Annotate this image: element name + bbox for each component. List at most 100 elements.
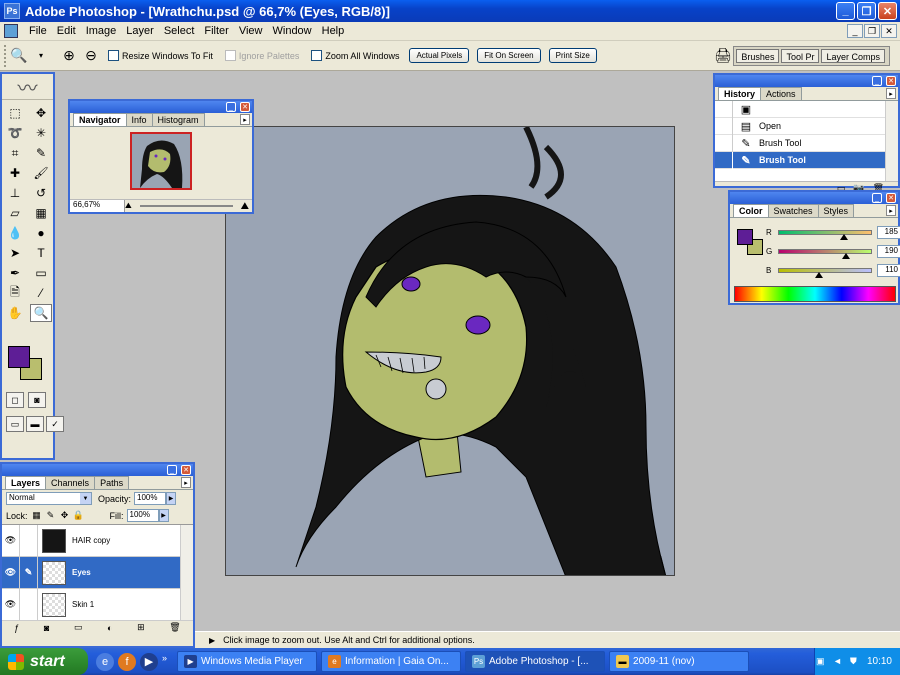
green-slider-thumb[interactable] bbox=[841, 253, 850, 259]
palette-well-tool-presets[interactable]: Tool Pr bbox=[781, 49, 820, 63]
delete-layer-icon[interactable]: 🗑 bbox=[169, 622, 180, 633]
palette-well-brushes[interactable]: Brushes bbox=[736, 49, 780, 63]
eyedropper-tool-icon[interactable]: ⁄ bbox=[30, 284, 52, 302]
volume-icon[interactable]: ◄ bbox=[833, 656, 845, 668]
menu-window[interactable]: Window bbox=[268, 25, 317, 37]
task-browser[interactable]: e Information | Gaia On... bbox=[321, 651, 462, 672]
history-titlebar[interactable]: _ ✕ bbox=[715, 75, 898, 87]
color-menu-icon[interactable]: ▸ bbox=[886, 205, 896, 216]
resize-windows-checkbox[interactable]: Resize Windows To Fit bbox=[108, 50, 213, 61]
network-icon[interactable]: ▣ bbox=[816, 656, 828, 668]
history-item[interactable]: ▤ Open bbox=[715, 117, 898, 135]
task-windows-media-player[interactable]: ▶ Windows Media Player bbox=[177, 651, 318, 672]
close-button[interactable]: ✕ bbox=[878, 2, 897, 20]
paintbrush-icon[interactable]: ✎ bbox=[20, 556, 38, 589]
blur-tool-icon[interactable]: 💧 bbox=[4, 224, 26, 242]
doc-restore-button[interactable]: ❐ bbox=[864, 24, 880, 38]
lock-all-icon[interactable]: 🔒 bbox=[73, 510, 84, 521]
menu-help[interactable]: Help bbox=[317, 25, 350, 37]
navigator-preview[interactable] bbox=[130, 132, 192, 190]
zoom-tool-icon[interactable]: 🔍 bbox=[30, 304, 52, 322]
adjustment-layer-icon[interactable]: ◐ bbox=[107, 623, 112, 633]
menu-edit[interactable]: Edit bbox=[52, 25, 81, 37]
color-close-button[interactable]: ✕ bbox=[886, 193, 896, 203]
doc-minimize-button[interactable]: _ bbox=[847, 24, 863, 38]
history-snapshot[interactable]: ▣ bbox=[715, 100, 898, 118]
tab-history[interactable]: History bbox=[718, 87, 762, 100]
slice-tool-icon[interactable]: ✎ bbox=[30, 144, 52, 162]
visibility-eye-icon[interactable]: 👁 bbox=[2, 524, 20, 557]
restore-button[interactable]: ❐ bbox=[857, 2, 876, 20]
tab-styles[interactable]: Styles bbox=[817, 204, 855, 217]
blue-value-input[interactable]: 110 bbox=[877, 264, 900, 277]
layer-link-cell[interactable] bbox=[20, 524, 38, 557]
feather-logo-icon[interactable]: 〰 bbox=[2, 74, 53, 100]
media-player-quicklaunch-icon[interactable]: ▶ bbox=[140, 652, 158, 671]
zoom-out-icon[interactable]: ⊖ bbox=[80, 46, 102, 66]
navigator-zoom-value[interactable]: 66,67% bbox=[70, 200, 125, 212]
layer-link-cell[interactable] bbox=[20, 588, 38, 621]
layer-mask-icon[interactable]: ◙ bbox=[44, 623, 49, 633]
navigator-menu-icon[interactable]: ▸ bbox=[240, 114, 250, 125]
doc-close-button[interactable]: ✕ bbox=[881, 24, 897, 38]
menu-layer[interactable]: Layer bbox=[121, 25, 159, 37]
type-tool-icon[interactable]: T bbox=[30, 244, 52, 262]
history-item-selected[interactable]: ✎ Brush Tool bbox=[715, 151, 898, 169]
tab-channels[interactable]: Channels bbox=[45, 476, 96, 489]
lasso-tool-icon[interactable]: ➰ bbox=[4, 124, 26, 142]
color-titlebar[interactable]: _ ✕ bbox=[730, 192, 898, 204]
tab-color[interactable]: Color bbox=[733, 204, 769, 217]
menu-file[interactable]: File bbox=[24, 25, 52, 37]
menu-view[interactable]: View bbox=[234, 25, 268, 37]
healing-brush-tool-icon[interactable]: ✚ bbox=[4, 164, 26, 182]
opacity-input[interactable]: 100% bbox=[134, 492, 167, 505]
chevron-down-icon[interactable]: ▾ bbox=[30, 46, 52, 66]
layer-row[interactable]: 👁 HAIR copy bbox=[2, 524, 193, 557]
zoom-all-windows-checkbox[interactable]: Zoom All Windows bbox=[311, 50, 399, 61]
magic-wand-tool-icon[interactable]: ✳ bbox=[30, 124, 52, 142]
marquee-tool-icon[interactable]: ⬚ bbox=[4, 104, 26, 122]
pen-tool-icon[interactable]: ✒ bbox=[4, 264, 26, 282]
tab-swatches[interactable]: Swatches bbox=[767, 204, 819, 217]
screen-mode-standard-icon[interactable]: ▭ bbox=[6, 416, 24, 432]
layers-close-button[interactable]: ✕ bbox=[181, 465, 191, 475]
history-scrollbar[interactable] bbox=[885, 101, 898, 181]
history-item[interactable]: ✎ Brush Tool bbox=[715, 134, 898, 152]
lock-position-icon[interactable]: ✥ bbox=[60, 510, 70, 521]
clone-stamp-tool-icon[interactable]: ⊥ bbox=[4, 184, 26, 202]
document-canvas[interactable] bbox=[225, 126, 675, 576]
fit-on-screen-button[interactable]: Fit On Screen bbox=[477, 48, 541, 63]
history-minimize-button[interactable]: _ bbox=[872, 76, 882, 86]
quicklaunch-overflow-icon[interactable]: » bbox=[162, 653, 167, 671]
path-selection-tool-icon[interactable]: ➤ bbox=[4, 244, 26, 262]
tab-navigator[interactable]: Navigator bbox=[73, 113, 127, 126]
navigator-zoom-slider[interactable] bbox=[139, 205, 233, 207]
screen-mode-full-menu-icon[interactable]: ▬ bbox=[26, 416, 44, 432]
print-size-button[interactable]: Print Size bbox=[548, 48, 597, 63]
standard-mode-icon[interactable]: ◻ bbox=[6, 392, 24, 408]
visibility-eye-icon[interactable]: 👁 bbox=[2, 556, 20, 589]
green-value-input[interactable]: 190 bbox=[877, 245, 900, 258]
hand-tool-icon[interactable]: ✋ bbox=[4, 304, 26, 322]
green-slider[interactable] bbox=[778, 249, 872, 259]
tab-actions[interactable]: Actions bbox=[760, 87, 802, 100]
foreground-color-swatch[interactable] bbox=[8, 346, 30, 368]
red-value-input[interactable]: 185 bbox=[877, 226, 900, 239]
lock-transparency-icon[interactable]: ▦ bbox=[32, 510, 42, 521]
menu-filter[interactable]: Filter bbox=[199, 25, 233, 37]
color-spectrum-ramp[interactable] bbox=[734, 286, 896, 302]
palette-well-layer-comps[interactable]: Layer Comps bbox=[821, 49, 885, 63]
gradient-tool-icon[interactable]: ▦ bbox=[30, 204, 52, 222]
task-photoshop[interactable]: Ps Adobe Photoshop - [... bbox=[465, 651, 606, 672]
layer-row[interactable]: 👁 Skin 1 bbox=[2, 588, 193, 621]
color-minimize-button[interactable]: _ bbox=[872, 193, 882, 203]
layers-scrollbar[interactable] bbox=[180, 525, 193, 620]
layers-titlebar[interactable]: _ ✕ bbox=[2, 464, 193, 476]
menu-image[interactable]: Image bbox=[81, 25, 122, 37]
actual-pixels-button[interactable]: Actual Pixels bbox=[409, 48, 470, 63]
tab-paths[interactable]: Paths bbox=[94, 476, 130, 489]
color-foreground-swatch[interactable] bbox=[737, 229, 753, 245]
opacity-slider-button[interactable]: ▶ bbox=[166, 492, 177, 505]
lock-image-icon[interactable]: ✎ bbox=[46, 510, 56, 521]
firefox-quicklaunch-icon[interactable]: f bbox=[118, 652, 136, 671]
